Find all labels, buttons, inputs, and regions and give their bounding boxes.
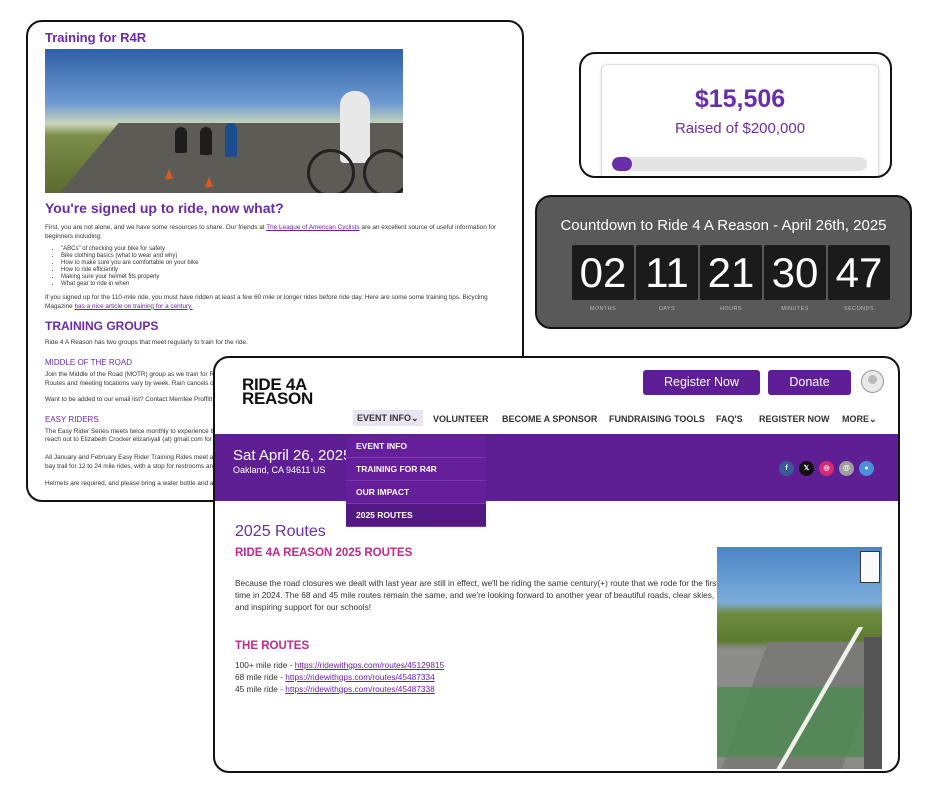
countdown-days-label: DAYS [658,306,676,312]
email-icon[interactable]: @ [839,461,854,476]
nav-volunteer[interactable]: VOLUNTEER [433,414,489,424]
century-paragraph: If you signed up for the 110-mile ride, … [45,294,488,310]
route-68-link[interactable]: https://ridewithgps.com/routes/45487334 [285,672,434,682]
training-groups-heading: TRAINING GROUPS [45,319,159,334]
chat-icon[interactable]: ● [859,461,874,476]
countdown-card: Countdown to Ride 4 A Reason - April 26t… [535,195,912,329]
tip-item: How to make sure you are comfortable on … [61,260,515,267]
x-twitter-icon[interactable]: 𝕏 [799,461,814,476]
tip-item: Bike clothing basics (what to wear and w… [61,253,515,260]
route-100-mile: 100+ mile ride - https://ridewithgps.com… [235,660,445,670]
routes-page-card: RIDE 4A REASON Register Now Donate EVENT … [213,356,900,773]
event-location: Oakland, CA 94611 US [233,465,326,475]
route-45-link[interactable]: https://ridewithgps.com/routes/45487338 [285,684,434,694]
event-banner: Sat April 26, 2025 Oakland, CA 94611 US … [215,434,898,501]
dropdown-2025-routes[interactable]: 2025 ROUTES [346,504,486,527]
tip-item: Making sure your helmet fits properly [61,274,515,281]
page-title: 2025 Routes [235,523,326,540]
register-now-button[interactable]: Register Now [643,370,760,395]
fundraising-progress-bar [612,157,867,171]
countdown-months-value: 02 [572,245,634,300]
instagram-icon[interactable]: ◎ [819,461,834,476]
nav-more[interactable]: MORE⌄ [842,414,877,425]
ride4areason-logo[interactable]: RIDE 4A REASON [242,376,313,407]
training-title: Training for R4R [45,30,147,45]
routes-description: Because the road closures we dealt with … [235,578,719,612]
countdown-days: 11 DAYS [636,245,698,312]
facebook-icon[interactable]: f [779,461,794,476]
route-45-mile: 45 mile ride - https://ridewithgps.com/r… [235,684,435,694]
countdown-timer: 02 MONTHS 11 DAYS 21 HOURS 30 MINUTES 47 SECO… [572,245,890,312]
nav-become-sponsor[interactable]: BECOME A SPONSOR [502,414,597,424]
raised-amount: $15,506 [694,85,786,113]
countdown-months: 02 MONTHS [572,245,634,312]
league-link[interactable]: The League of American Cyclists [266,224,359,231]
tip-item: What gear to ride in when [61,281,515,288]
the-routes-heading: THE ROUTES [235,640,310,652]
countdown-seconds: 47 SECONDS [828,245,890,312]
fundraising-card: $15,506 Raised of $200,000 [579,52,892,178]
fundraising-widget: $15,506 Raised of $200,000 [601,64,879,176]
routes-subtitle: RIDE 4A REASON 2025 ROUTES [235,547,413,559]
routes-list: 100+ mile ride - https://ridewithgps.com… [235,659,444,695]
nav-fundraising-tools[interactable]: FUNDRAISING TOOLS [609,414,705,424]
groups-text: Ride 4 A Reason has two groups that meet… [45,339,248,347]
chevron-down-icon: ⌄ [411,413,419,423]
event-info-dropdown: EVENT INFO TRAINING FOR R4R OUR IMPACT 2… [346,435,486,527]
dropdown-our-impact[interactable]: OUR IMPACT [346,481,486,504]
countdown-hours-label: HOURS [720,306,742,312]
cyclists-photo [45,49,403,193]
countdown-seconds-value: 47 [828,245,890,300]
fundraising-progress-fill [612,157,632,171]
countdown-minutes: 30 MINUTES [764,245,826,312]
countdown-seconds-label: SECONDS [844,306,874,312]
route-100-link[interactable]: https://ridewithgps.com/routes/45129815 [295,660,444,670]
century-article-link[interactable]: has a nice article on training for a cen… [75,303,193,310]
countdown-hours-value: 21 [700,245,762,300]
event-date: Sat April 26, 2025 [233,447,352,464]
dropdown-event-info[interactable]: EVENT INFO [346,435,486,458]
nav-faqs[interactable]: FAQ'S [716,414,743,424]
raised-goal-text: Raised of $200,000 [674,120,806,137]
tip-item: "ABCs" of checking your bike for safety [61,246,515,253]
countdown-title: Countdown to Ride 4 A Reason - April 26t… [560,217,887,234]
tip-item: How to ride efficiently [61,267,515,274]
route-68-mile: 68 mile ride - https://ridewithgps.com/r… [235,672,435,682]
tips-list: "ABCs" of checking your bike for safetyB… [45,246,515,288]
dropdown-training[interactable]: TRAINING FOR R4R [346,458,486,481]
countdown-minutes-label: MINUTES [781,306,809,312]
signed-up-heading: You're signed up to ride, now what? [45,200,284,216]
countdown-days-value: 11 [636,245,698,300]
countdown-hours: 21 HOURS [700,245,762,312]
intro-paragraph: First, you are not alone, and we have so… [45,224,497,240]
user-avatar-icon[interactable] [861,370,884,393]
nav-event-info[interactable]: EVENT INFO⌄ [353,410,423,426]
chevron-down-icon: ⌄ [869,414,877,424]
bike-lane-photo [717,547,882,769]
countdown-months-label: MONTHS [589,306,617,312]
donate-button[interactable]: Donate [768,370,851,395]
nav-register-now[interactable]: REGISTER NOW [759,414,830,424]
countdown-minutes-value: 30 [764,245,826,300]
